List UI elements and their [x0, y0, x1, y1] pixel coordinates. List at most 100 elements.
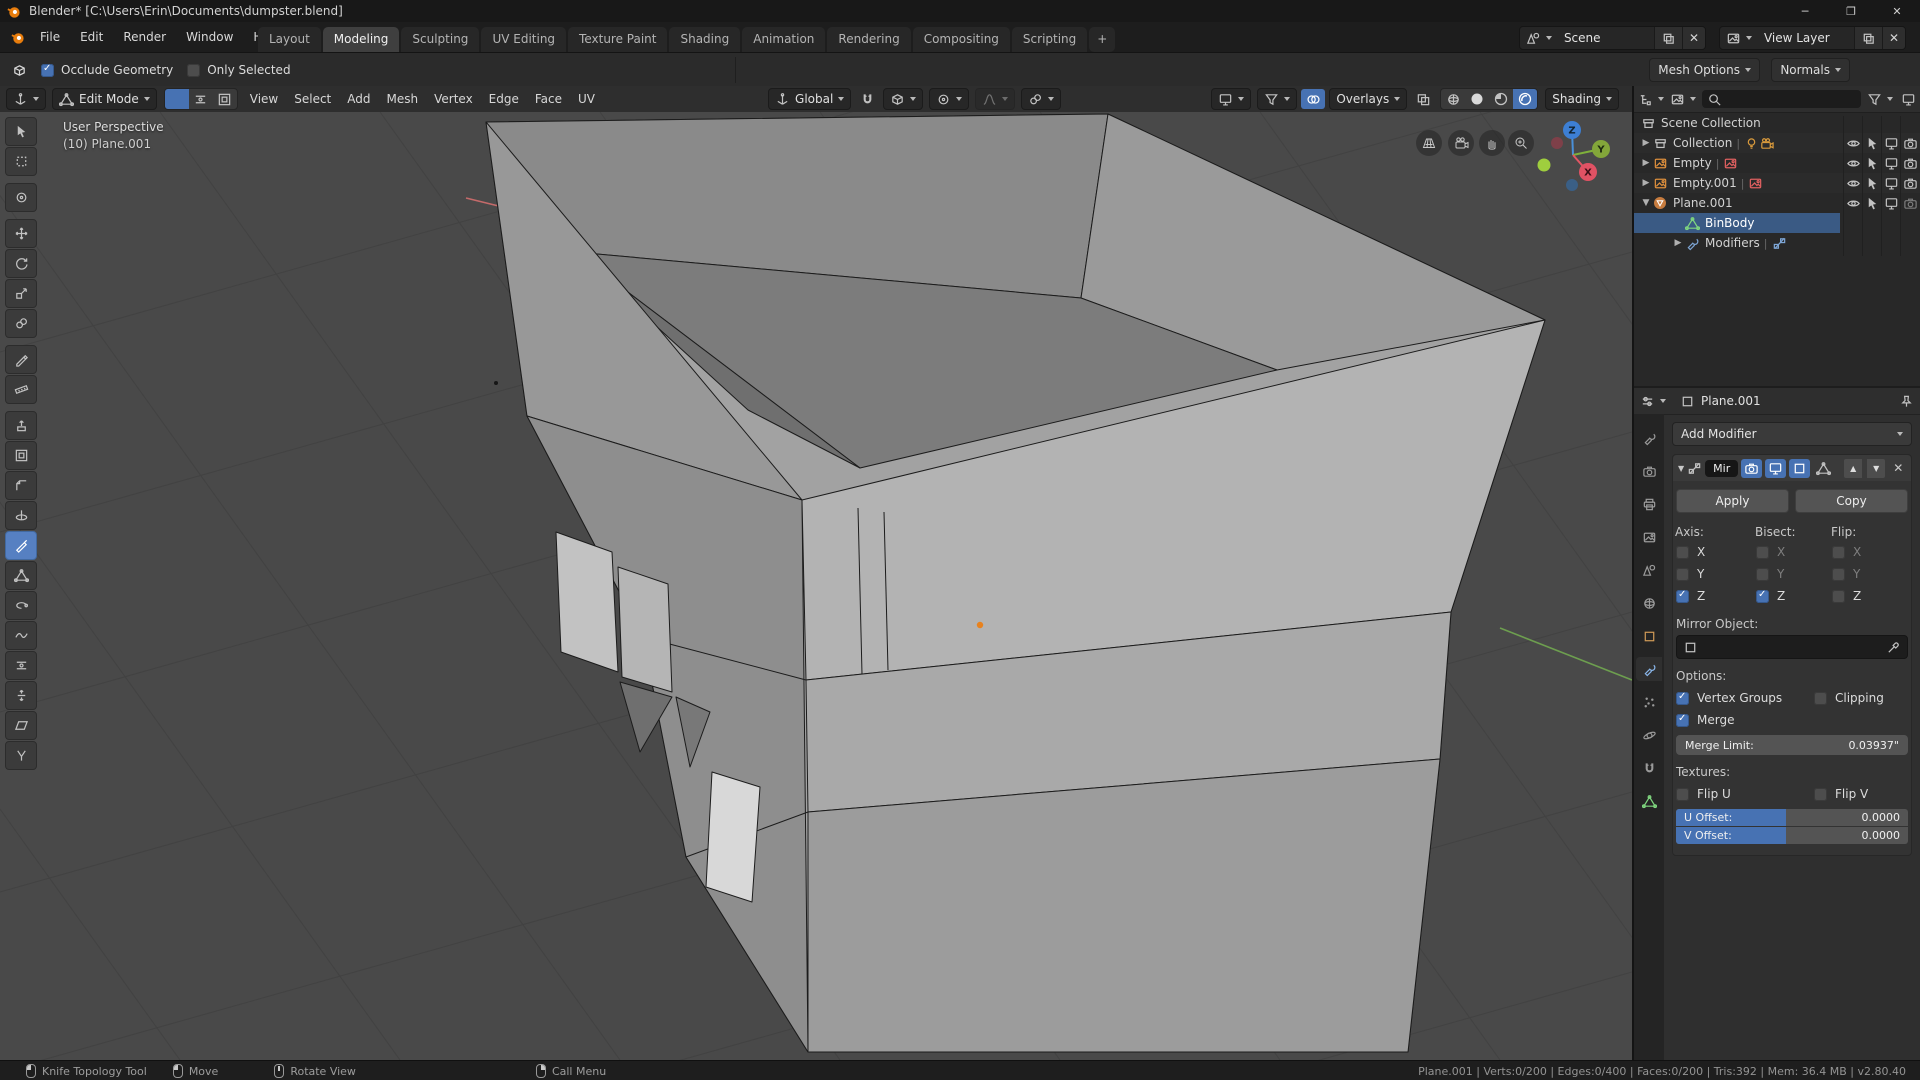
- outliner-row-empty-001[interactable]: ▶ Empty.001 |: [1634, 173, 1920, 193]
- hide-viewport-icon[interactable]: [1844, 176, 1863, 191]
- eyedropper-icon[interactable]: [1886, 640, 1901, 655]
- workspace-tab-modeling[interactable]: Modeling: [323, 27, 400, 52]
- outliner-display-mode-icon[interactable]: [1670, 92, 1696, 107]
- spin-tool[interactable]: [5, 591, 37, 620]
- annotate-tool[interactable]: [5, 345, 37, 374]
- move-modifier-up-button[interactable]: ▲: [1843, 458, 1863, 479]
- close-button[interactable]: ✕: [1874, 0, 1920, 22]
- show-overlays-toggle[interactable]: [1301, 89, 1325, 109]
- properties-editor-type-icon[interactable]: [1640, 394, 1666, 409]
- hide-viewport-icon[interactable]: [1844, 136, 1863, 151]
- menu-face[interactable]: Face: [527, 89, 570, 109]
- outliner-row-modifiers[interactable]: ▶ Modifiers |: [1634, 233, 1920, 253]
- transform-tool[interactable]: [5, 309, 37, 338]
- tab-constraints[interactable]: [1636, 756, 1662, 780]
- bisect-y-checkbox[interactable]: [1756, 568, 1769, 581]
- outliner-restriction-icon[interactable]: [1901, 92, 1916, 107]
- disable-render-icon[interactable]: [1901, 156, 1920, 171]
- flip-u-checkbox[interactable]: [1676, 788, 1689, 801]
- select-box-tool[interactable]: [5, 147, 37, 176]
- knife-tool[interactable]: [5, 531, 37, 560]
- menu-select[interactable]: Select: [286, 89, 339, 109]
- view-layer-name[interactable]: View Layer: [1758, 27, 1854, 49]
- copy-button[interactable]: Copy: [1795, 489, 1908, 513]
- scene-icon[interactable]: [1520, 27, 1558, 49]
- tweak-tool[interactable]: [5, 117, 37, 146]
- solid-shading-button[interactable]: [1465, 89, 1489, 109]
- outliner-row-scene-collection[interactable]: Scene Collection: [1634, 113, 1920, 133]
- outliner-row-binbody[interactable]: BinBody: [1634, 213, 1840, 233]
- selectable-icon[interactable]: [1863, 176, 1882, 191]
- hide-viewport-icon[interactable]: [1844, 156, 1863, 171]
- flip-x-checkbox[interactable]: [1832, 546, 1845, 559]
- disable-render-icon[interactable]: [1901, 196, 1920, 211]
- move-modifier-down-button[interactable]: ▼: [1866, 458, 1886, 479]
- vertex-select-mode-button[interactable]: [165, 89, 189, 109]
- clipping-checkbox[interactable]: [1814, 692, 1827, 705]
- snap-target-dropdown[interactable]: [883, 88, 923, 110]
- expand-icon[interactable]: ▶: [1640, 178, 1652, 188]
- view-layer-icon[interactable]: [1720, 27, 1758, 49]
- disable-viewport-icon[interactable]: [1882, 136, 1901, 151]
- tab-object[interactable]: [1636, 624, 1662, 648]
- transform-orientation-dropdown[interactable]: Global: [768, 88, 851, 110]
- edge-select-mode-button[interactable]: [189, 89, 213, 109]
- overlays-dropdown[interactable]: Overlays: [1329, 88, 1407, 110]
- mirror-object-field[interactable]: [1676, 635, 1908, 659]
- flip-z-checkbox[interactable]: [1832, 590, 1845, 603]
- outliner-row-collection[interactable]: ▶ Collection |: [1634, 133, 1920, 153]
- viewport-3d[interactable]: Z Y X User Perspective (10) Plane.001: [0, 112, 1632, 1060]
- disable-viewport-icon[interactable]: [1882, 176, 1901, 191]
- workspace-tab-uv-editing[interactable]: UV Editing: [481, 27, 566, 52]
- extrude-region-tool[interactable]: [5, 411, 37, 440]
- menu-edit[interactable]: Edit: [71, 26, 112, 48]
- tab-world[interactable]: [1636, 591, 1662, 615]
- tab-view-layer[interactable]: [1636, 525, 1662, 549]
- menu-add[interactable]: Add: [339, 89, 378, 109]
- snap-toggle[interactable]: [855, 89, 879, 109]
- bevel-tool[interactable]: [5, 471, 37, 500]
- rotate-tool[interactable]: [5, 249, 37, 278]
- copy-view-layer-button[interactable]: [1854, 27, 1882, 49]
- axis-gizmo[interactable]: Z Y X: [1538, 121, 1611, 191]
- workspace-tab-scripting[interactable]: Scripting: [1012, 27, 1087, 52]
- outliner-editor-type-icon[interactable]: [1638, 92, 1664, 107]
- merge-limit-field[interactable]: Merge Limit: 0.03937": [1676, 735, 1908, 755]
- disable-render-icon[interactable]: [1901, 176, 1920, 191]
- tab-render[interactable]: [1636, 459, 1662, 483]
- cursor-tool[interactable]: [5, 183, 37, 212]
- selectable-icon[interactable]: [1863, 196, 1882, 211]
- menu-render[interactable]: Render: [114, 26, 175, 48]
- occlude-geometry-checkbox[interactable]: [41, 64, 54, 77]
- xray-toggle[interactable]: [1411, 89, 1435, 109]
- menu-uv[interactable]: UV: [570, 89, 603, 109]
- disable-render-icon[interactable]: [1901, 136, 1920, 151]
- axis-y-checkbox[interactable]: [1676, 568, 1689, 581]
- editor-type-dropdown[interactable]: [6, 88, 46, 110]
- disable-viewport-icon[interactable]: [1882, 196, 1901, 211]
- pivot-point-dropdown[interactable]: [1021, 88, 1061, 110]
- vertex-groups-checkbox[interactable]: [1676, 692, 1689, 705]
- rendered-shading-button[interactable]: [1513, 89, 1537, 109]
- workspace-tab-sculpting[interactable]: Sculpting: [401, 27, 479, 52]
- maximize-button[interactable]: ❐: [1828, 0, 1874, 22]
- smooth-tool[interactable]: [5, 621, 37, 650]
- add-workspace-button[interactable]: +: [1089, 27, 1115, 52]
- outliner-row-plane-001[interactable]: ▼ Plane.001: [1634, 193, 1920, 213]
- workspace-tab-compositing[interactable]: Compositing: [913, 27, 1010, 52]
- minimize-button[interactable]: ─: [1782, 0, 1828, 22]
- only-selected-checkbox[interactable]: [187, 64, 200, 77]
- loop-cut-tool[interactable]: [5, 501, 37, 530]
- collapse-icon[interactable]: ▼: [1678, 464, 1684, 473]
- shading-dropdown[interactable]: Shading: [1545, 88, 1619, 110]
- hide-viewport-icon[interactable]: [1844, 196, 1863, 211]
- menu-mesh[interactable]: Mesh: [379, 89, 427, 109]
- move-tool[interactable]: [5, 219, 37, 248]
- tab-particles[interactable]: [1636, 690, 1662, 714]
- tab-physics[interactable]: [1636, 723, 1662, 747]
- expand-icon[interactable]: ▶: [1640, 158, 1652, 168]
- scene-name[interactable]: Scene: [1558, 27, 1654, 49]
- material-preview-shading-button[interactable]: [1489, 89, 1513, 109]
- workspace-tab-rendering[interactable]: Rendering: [827, 27, 910, 52]
- edge-slide-tool[interactable]: [5, 651, 37, 680]
